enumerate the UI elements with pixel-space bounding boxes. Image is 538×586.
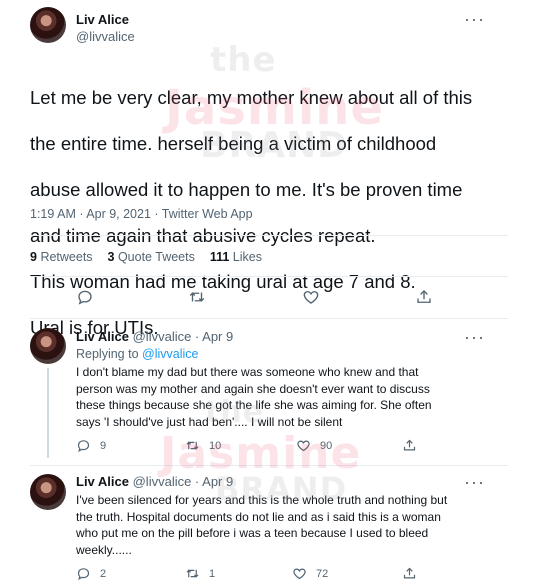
- reply-more-icon[interactable]: ···: [464, 473, 485, 491]
- divider: [30, 318, 508, 319]
- reply-icon: [78, 290, 92, 305]
- divider: [30, 235, 508, 236]
- reply-handle-date[interactable]: @livvalice · Apr 9: [133, 474, 234, 489]
- reply-icon: [77, 568, 90, 580]
- retweet-icon: [186, 441, 199, 450]
- reply-button[interactable]: 9: [76, 438, 106, 453]
- main-more-icon[interactable]: ···: [464, 10, 485, 28]
- retweet-button[interactable]: 10: [185, 438, 221, 453]
- reply-icon: [77, 440, 90, 452]
- main-text-line: This woman had me taking ural at age 7 a…: [30, 271, 416, 292]
- reply-author-name[interactable]: Liv Alice: [76, 474, 129, 489]
- reply-avatar[interactable]: [30, 474, 66, 510]
- quote-tweets-stat[interactable]: 3 Quote Tweets: [108, 250, 195, 264]
- main-timestamp[interactable]: 1:19 AM · Apr 9, 2021 · Twitter Web App: [30, 207, 253, 221]
- main-text-line: Let me be very clear, my mother knew abo…: [30, 87, 473, 108]
- like-button[interactable]: 72: [292, 566, 328, 581]
- share-icon: [417, 290, 431, 303]
- engagement-stats: 9 Retweets 3 Quote Tweets 111 Likes: [30, 250, 262, 264]
- retweet-button[interactable]: [188, 288, 206, 311]
- main-text-line: abuse allowed it to happen to me. It's b…: [30, 179, 463, 200]
- reply-avatar[interactable]: [30, 328, 66, 364]
- retweet-count: 1: [209, 567, 216, 580]
- retweets-label: Retweets: [40, 250, 93, 264]
- reply-text: I don't blame my dad but there was someo…: [76, 365, 432, 429]
- share-button[interactable]: [402, 438, 417, 458]
- like-button[interactable]: 90: [296, 438, 332, 453]
- retweet-icon: [189, 292, 205, 302]
- reply-count: 2: [100, 567, 107, 580]
- reply-button[interactable]: 2: [76, 566, 106, 581]
- likes-count: 111: [209, 250, 230, 264]
- like-count: 90: [320, 439, 333, 452]
- divider: [30, 276, 508, 277]
- heart-icon: [293, 568, 306, 580]
- divider: [30, 465, 508, 466]
- main-avatar[interactable]: [30, 7, 66, 43]
- reply-more-icon[interactable]: ···: [464, 328, 485, 346]
- retweet-count: 10: [209, 439, 222, 452]
- likes-stat[interactable]: 111 Likes: [210, 250, 262, 264]
- heart-icon: [303, 291, 319, 304]
- retweets-stat[interactable]: 9 Retweets: [30, 250, 93, 264]
- quote-count: 3: [107, 250, 115, 264]
- retweets-count: 9: [30, 250, 37, 264]
- reply-header: Liv Alice @livvalice · Apr 9: [76, 474, 233, 489]
- like-button[interactable]: [302, 288, 320, 311]
- like-count: 72: [316, 567, 329, 580]
- watermark-word: Jasmine: [160, 428, 362, 479]
- share-button[interactable]: [415, 288, 433, 311]
- main-author-name[interactable]: Liv Alice: [76, 12, 129, 27]
- reply-author-name[interactable]: Liv Alice: [76, 329, 129, 344]
- quote-label: Quote Tweets: [117, 250, 195, 264]
- heart-icon: [297, 440, 310, 452]
- replying-to-link[interactable]: @livvalice: [142, 347, 198, 361]
- reply-button[interactable]: [76, 288, 94, 311]
- likes-label: Likes: [232, 250, 262, 264]
- retweet-icon: [186, 569, 199, 578]
- reply-text: I've been silenced for years and this is…: [76, 493, 448, 557]
- reply-count: 9: [100, 439, 107, 452]
- share-button[interactable]: [402, 566, 417, 586]
- reply-header: Liv Alice @livvalice · Apr 9: [76, 329, 233, 344]
- replying-to-prefix: Replying to: [76, 347, 139, 361]
- main-text-line: the entire time. herself being a victim …: [30, 133, 437, 154]
- share-icon: [403, 567, 416, 579]
- share-icon: [403, 439, 416, 451]
- main-author-handle[interactable]: @livvalice: [76, 29, 135, 44]
- retweet-button[interactable]: 1: [185, 566, 215, 581]
- reply-handle-date[interactable]: @livvalice · Apr 9: [133, 329, 234, 344]
- replying-to-line: Replying to @livvalice: [76, 347, 198, 361]
- thread-line: [47, 368, 49, 458]
